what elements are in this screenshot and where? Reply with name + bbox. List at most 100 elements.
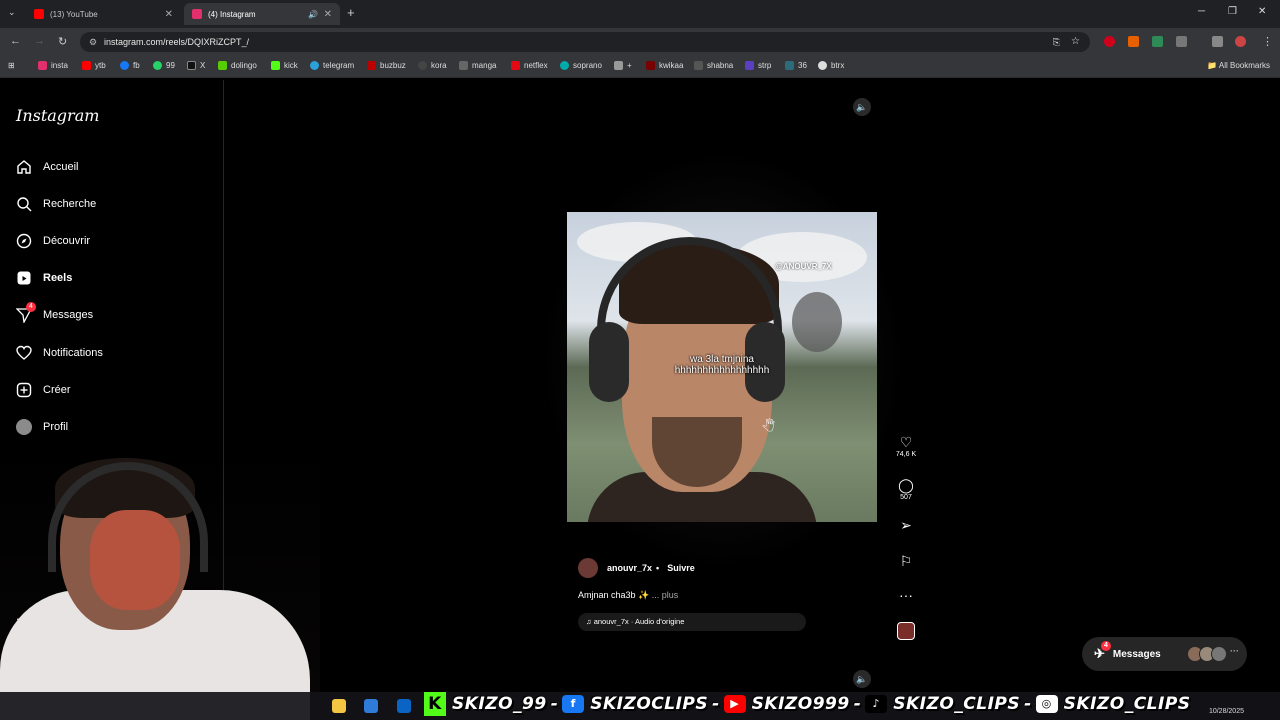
- bookmark-insta[interactable]: insta: [38, 61, 68, 70]
- close-tab-icon[interactable]: ✕: [324, 9, 332, 20]
- nav-recherche[interactable]: Recherche: [16, 196, 96, 212]
- bookmark-kora[interactable]: kora: [418, 61, 447, 70]
- url-input[interactable]: ⚙ instagram.com/reels/DQIXRiZCPT_/ ⎘ ☆: [80, 32, 1090, 52]
- webcam-hand: [90, 510, 180, 610]
- all-bookmarks-button[interactable]: 📁 All Bookmarks: [1207, 61, 1270, 70]
- bookmark-btrx[interactable]: btrx: [818, 61, 844, 70]
- nav-messages[interactable]: 4 Messages: [16, 302, 93, 323]
- back-button[interactable]: ←: [10, 35, 21, 47]
- more-options-button[interactable]: ···: [892, 586, 920, 604]
- mute-toggle-bottom[interactable]: 🔈: [853, 670, 871, 688]
- bookmark-telegram[interactable]: telegram: [310, 61, 354, 70]
- extension-green-icon[interactable]: [1152, 36, 1163, 47]
- caption-text: Amjnan cha3b ✨: [578, 590, 650, 600]
- extensions-puzzle-icon[interactable]: [1176, 36, 1187, 47]
- install-icon[interactable]: ⎘: [1053, 32, 1060, 52]
- instagram-icon: [192, 9, 202, 19]
- bookmarks-bar: ⊞ insta ytb fb 99 X dolingo kick telegra…: [0, 56, 1280, 78]
- reload-button[interactable]: ↻: [58, 35, 67, 48]
- site-info-icon[interactable]: ⚙: [89, 32, 97, 52]
- youtube-handle: SKIZO999: [751, 694, 850, 714]
- smoke-plume: [792, 292, 842, 352]
- messages-pill-label: Messages: [1112, 648, 1161, 660]
- nav-profil[interactable]: Profil: [16, 419, 68, 435]
- profile-avatar[interactable]: [1235, 36, 1246, 47]
- plus-icon: [16, 382, 32, 398]
- reel-author: anouvr_7x • Suivre: [578, 558, 695, 578]
- bookmark-star-icon[interactable]: ☆: [1071, 32, 1080, 52]
- bookmark-kwikaa[interactable]: kwikaa: [646, 61, 683, 70]
- mouse-cursor: 🖑: [762, 419, 775, 433]
- media-controls-icon[interactable]: [1212, 36, 1223, 47]
- speaker-icon[interactable]: 🔊: [308, 10, 318, 19]
- extension-fox-icon[interactable]: [1128, 36, 1139, 47]
- nav-label: Recherche: [43, 198, 97, 210]
- bookmark-netflex[interactable]: netflex: [511, 61, 548, 70]
- bookmark-36[interactable]: 36: [785, 61, 807, 70]
- nav-accueil[interactable]: Accueil: [16, 159, 78, 175]
- audio-pill[interactable]: ♫ anouvr_7x · Audio d'origine: [578, 613, 806, 631]
- instagram-logo[interactable]: Instagram: [16, 106, 99, 125]
- nav-label: Découvrir: [43, 235, 91, 247]
- close-tab-icon[interactable]: ✕: [165, 9, 173, 20]
- youtube-icon: ▶: [723, 695, 746, 713]
- store-icon[interactable]: [364, 699, 378, 713]
- minimize-button[interactable]: ─: [1198, 6, 1205, 17]
- video-caption: wa 3la tmjnina hhhhhhhhhhhhhhhhh: [627, 354, 817, 376]
- bookmark-dolingo[interactable]: dolingo: [218, 61, 257, 70]
- new-tab-button[interactable]: +: [347, 5, 355, 20]
- bookmark-99[interactable]: 99: [153, 61, 175, 70]
- bookmark-soprano[interactable]: soprano: [560, 61, 602, 70]
- tab-youtube[interactable]: (13) YouTube ✕: [26, 3, 181, 25]
- reel-video[interactable]: @ANOUVR_7X wa 3la tmjnina hhhhhhhhhhhhhh…: [567, 212, 877, 522]
- video-watermark: @ANOUVR_7X: [775, 262, 832, 271]
- bookmark-x[interactable]: X: [187, 61, 205, 70]
- address-toolbar: ← → ↻ ⚙ instagram.com/reels/DQIXRiZCPT_/…: [0, 28, 1280, 56]
- more-link[interactable]: ... plus: [652, 590, 679, 600]
- forward-button[interactable]: →: [34, 35, 45, 47]
- comment-count: 507: [900, 494, 912, 501]
- audio-thumbnail[interactable]: [897, 622, 915, 640]
- messages-pill[interactable]: ✈ 4 Messages ···: [1082, 637, 1247, 671]
- browser-tab-strip: ⌄ (13) YouTube ✕ (4) Instagram 🔊 ✕ + ─ ❐…: [0, 0, 1280, 28]
- nav-reels[interactable]: Reels: [16, 270, 72, 286]
- close-window-button[interactable]: ✕: [1258, 6, 1266, 17]
- bookmark-ytb[interactable]: ytb: [82, 61, 106, 70]
- nav-label: Accueil: [43, 161, 79, 173]
- share-button[interactable]: ➢: [892, 516, 920, 534]
- like-button[interactable]: ♡ 74,6 K: [892, 433, 920, 458]
- restore-button[interactable]: ❐: [1228, 6, 1237, 17]
- messages-pill-badge: 4: [1101, 641, 1111, 651]
- mute-toggle-top[interactable]: 🔈: [853, 98, 871, 116]
- tab-title: (13) YouTube: [50, 9, 98, 19]
- bookmark-shabna[interactable]: shabna: [694, 61, 733, 70]
- bookmark-kick[interactable]: kick: [271, 61, 298, 70]
- file-explorer-icon[interactable]: [332, 699, 346, 713]
- outlook-icon[interactable]: [397, 699, 411, 713]
- menu-icon[interactable]: ⋮: [1262, 35, 1273, 48]
- tab-instagram[interactable]: (4) Instagram 🔊 ✕: [184, 3, 340, 25]
- nav-decouvrir[interactable]: Découvrir: [16, 233, 90, 249]
- tab-title: (4) Instagram: [208, 9, 256, 19]
- author-username[interactable]: anouvr_7x: [607, 563, 652, 573]
- bookmark-fb[interactable]: fb: [120, 61, 140, 70]
- facebook-icon: f: [562, 695, 585, 713]
- nav-notifications[interactable]: Notifications: [16, 345, 103, 361]
- save-button[interactable]: ⚐: [892, 552, 920, 570]
- tab-search-icon[interactable]: ⌄: [8, 7, 16, 18]
- instagram-handle: SKIZO_CLIPS: [1063, 694, 1191, 714]
- nav-label: Reels: [43, 272, 73, 284]
- reels-icon: [16, 270, 32, 286]
- reel-caption: Amjnan cha3b ✨ ... plus: [578, 590, 678, 601]
- nav-creer[interactable]: Créer: [16, 382, 71, 398]
- follow-button[interactable]: Suivre: [667, 563, 695, 573]
- bookmark-manga[interactable]: manga: [459, 61, 496, 70]
- apps-icon[interactable]: ⊞: [8, 61, 15, 70]
- comment-button[interactable]: ◯ 507: [892, 476, 920, 501]
- bookmark-buzbuz[interactable]: buzbuz: [367, 61, 406, 70]
- bookmark-icon: ⚐: [899, 553, 913, 569]
- bookmark-strp[interactable]: strp: [745, 61, 771, 70]
- avatar[interactable]: [578, 558, 598, 578]
- extension-red-icon[interactable]: [1104, 36, 1115, 47]
- bookmark-plus[interactable]: +: [614, 61, 632, 70]
